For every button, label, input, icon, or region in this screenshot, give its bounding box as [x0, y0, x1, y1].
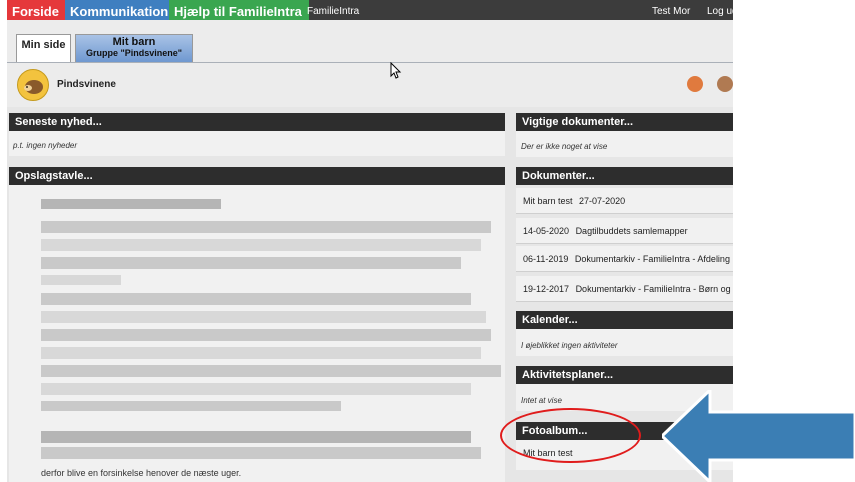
board-header[interactable]: Opslagstavle...	[9, 167, 505, 185]
tab-label: Min side	[21, 39, 66, 51]
blurred-text	[41, 199, 221, 209]
blurred-text	[41, 293, 471, 305]
blurred-text	[41, 329, 491, 341]
blurred-text	[41, 239, 481, 251]
calendar-body: I øjeblikket ingen aktiviteter	[516, 329, 733, 356]
blurred-text	[41, 383, 471, 395]
calendar-empty-text: I øjeblikket ingen aktiviteter	[521, 341, 618, 350]
tab-min-side[interactable]: Min side	[16, 34, 71, 62]
important-docs-header[interactable]: Vigtige dokumenter...	[516, 113, 733, 131]
blurred-text	[41, 311, 486, 323]
tab-sublabel: Gruppe "Pindsvinene"	[85, 48, 183, 58]
document-date: 06-11-2019	[523, 254, 569, 264]
familieintra-window: Forside Kommunikation Hjælp til FamilieI…	[7, 0, 733, 482]
blurred-text	[41, 365, 501, 377]
blurred-text	[41, 401, 341, 411]
nav-forside[interactable]: Forside	[7, 0, 69, 20]
hedgehog-icon	[17, 69, 49, 101]
tab-label: Mit barn	[112, 36, 156, 48]
document-date: 27-07-2020	[579, 196, 626, 206]
pointer-arrow	[662, 390, 855, 482]
highlight-ellipse	[500, 408, 641, 463]
tab-mit-barn[interactable]: Mit barn Gruppe "Pindsvinene"	[75, 34, 193, 62]
tab-bar: Min side Mit barn Gruppe "Pindsvinene"	[7, 20, 733, 63]
group-name: Pindsvinene	[57, 79, 116, 90]
calendar-header[interactable]: Kalender...	[516, 311, 733, 329]
document-row[interactable]: 06-11-2019 Dokumentarkiv - FamilieIntra …	[516, 246, 733, 272]
top-navigation: Forside Kommunikation Hjælp til FamilieI…	[7, 0, 733, 20]
document-row[interactable]: 14-05-2020 Dagtilbuddets samlemapper	[516, 218, 733, 244]
board-text-fragment: derfor blive en forsinkelse henover de n…	[41, 468, 242, 478]
board-body: derfor blive en forsinkelse henover de n…	[9, 185, 505, 482]
document-row[interactable]: 19-12-2017 Dokumentarkiv - FamilieIntra …	[516, 276, 733, 302]
group-header: Pindsvinene	[7, 63, 733, 107]
blurred-text	[41, 275, 121, 285]
blurred-text	[41, 221, 491, 233]
document-date: 19-12-2017	[523, 284, 570, 294]
document-name: Dagtilbuddets samlemapper	[575, 226, 688, 236]
document-name: Dokumentarkiv - FamilieIntra - Afdeling	[574, 254, 730, 264]
mouse-cursor-icon	[390, 62, 402, 79]
blurred-text	[41, 447, 481, 459]
document-name: Mit barn test	[523, 196, 573, 206]
important-docs-body: Der er ikke noget at vise	[516, 131, 733, 157]
nav-kommunikation[interactable]: Kommunikation	[65, 0, 177, 20]
nav-hjaelp[interactable]: Hjælp til FamilieIntra	[169, 0, 309, 20]
parent-icon[interactable]	[687, 76, 703, 92]
group-members-icon[interactable]	[717, 76, 733, 92]
document-name: Dokumentarkiv - FamilieIntra - Børn og	[575, 284, 731, 294]
documents-header[interactable]: Dokumenter...	[516, 167, 733, 185]
activity-plans-header[interactable]: Aktivitetsplaner...	[516, 366, 733, 384]
news-empty-text: p.t. ingen nyheder	[13, 141, 78, 150]
news-header[interactable]: Seneste nyhed...	[9, 113, 505, 131]
document-date: 14-05-2020	[523, 226, 570, 236]
plans-empty-text: Intet at vise	[521, 396, 562, 405]
blurred-text	[41, 347, 481, 359]
blurred-text	[41, 257, 461, 269]
document-row[interactable]: Mit barn test 27-07-2020	[516, 188, 733, 214]
important-empty-text: Der er ikke noget at vise	[521, 142, 608, 151]
blurred-text	[41, 431, 471, 443]
news-body: p.t. ingen nyheder	[9, 131, 505, 156]
